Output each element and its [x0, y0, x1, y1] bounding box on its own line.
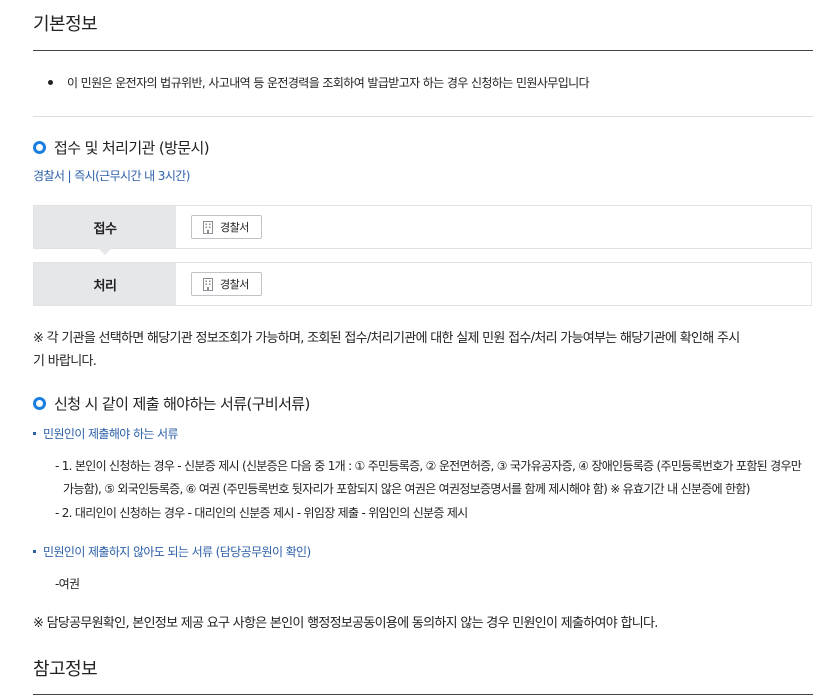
agency-heading: 접수 및 처리기관 (방문시) — [33, 137, 210, 158]
receive-police-station-button[interactable]: 경찰서 — [191, 215, 262, 239]
process-police-station-button[interactable]: 경찰서 — [191, 272, 262, 296]
bullet-square-icon — [33, 550, 36, 553]
agency-disclaimer-line1: ※ 각 기관을 선택하면 해당기관 정보조회가 가능하며, 조회된 접수/처리기… — [33, 331, 740, 346]
agency-disclaimer: ※ 각 기관을 선택하면 해당기관 정보조회가 가능하며, 조회된 접수/처리기… — [33, 327, 818, 373]
bullet-dot-icon — [48, 80, 53, 85]
agency-note: 경찰서 | 즉시(근무시간 내 3시간) — [33, 169, 190, 183]
intro-divider — [33, 116, 813, 117]
basic-info-title: 기본정보 — [33, 14, 98, 35]
optional-docs-title-text: 민원인이 제출하지 않아도 되는 서류 (담당공무원이 확인) — [43, 545, 311, 559]
intro-item: 이 민원은 운전자의 법규위반, 사고내역 등 운전경력을 조회하여 발급받고자… — [48, 74, 590, 91]
reference-title: 참고정보 — [33, 659, 98, 680]
process-label: 처리 — [34, 263, 176, 305]
building-icon — [203, 220, 213, 234]
agency-disclaimer-line2: 기 바랍니다. — [33, 354, 97, 369]
required-docs-title-text: 민원인이 제출해야 하는 서류 — [43, 427, 179, 441]
documents-heading-text: 신청 시 같이 제출 해야하는 서류(구비서류) — [54, 395, 310, 413]
page: 기본정보 이 민원은 운전자의 법규위반, 사고내역 등 운전경력을 조회하여 … — [0, 0, 839, 697]
agency-heading-text: 접수 및 처리기관 (방문시) — [54, 139, 210, 157]
reference-divider — [33, 694, 813, 695]
agency-row-receive: 접수 경찰서 — [33, 205, 812, 255]
process-value: 경찰서 — [176, 263, 811, 305]
building-icon — [203, 277, 213, 291]
documents-heading: 신청 시 같이 제출 해야하는 서류(구비서류) — [33, 393, 310, 414]
ring-icon — [33, 141, 46, 154]
ring-icon — [33, 397, 46, 410]
required-item-1-line2: 가능함), ⑤ 외국인등록증, ⑥ 여권 (주민등록번호 뒷자리가 포함되지 않… — [63, 482, 750, 496]
receive-label: 접수 — [34, 206, 176, 255]
required-item-2: - 2. 대리인이 신청하는 경우 - 대리인의 신분증 제시 - 위임장 제출… — [55, 506, 468, 520]
intro-text: 이 민원은 운전자의 법규위반, 사고내역 등 운전경력을 조회하여 발급받고자… — [67, 76, 590, 90]
bullet-square-icon — [33, 432, 36, 435]
documents-footnote: ※ 담당공무원확인, 본인정보 제공 요구 사항은 본인이 행정정보공동이용에 … — [33, 616, 658, 631]
required-item-1-line1: - 1. 본인이 신청하는 경우 - 신분증 제시 (신분증은 다음 중 1개 … — [55, 459, 802, 473]
agency-row-process: 처리 경찰서 — [33, 262, 812, 306]
optional-docs-title: 민원인이 제출하지 않아도 되는 서류 (담당공무원이 확인) — [33, 543, 311, 560]
required-docs-title: 민원인이 제출해야 하는 서류 — [33, 425, 179, 442]
basic-info-divider — [33, 50, 813, 51]
required-item-1: - 1. 본인이 신청하는 경우 - 신분증 제시 (신분증은 다음 중 1개 … — [55, 455, 815, 501]
receive-button-label: 경찰서 — [220, 222, 249, 234]
receive-value: 경찰서 — [176, 206, 811, 248]
optional-item: -여권 — [55, 577, 80, 591]
process-button-label: 경찰서 — [220, 279, 249, 291]
